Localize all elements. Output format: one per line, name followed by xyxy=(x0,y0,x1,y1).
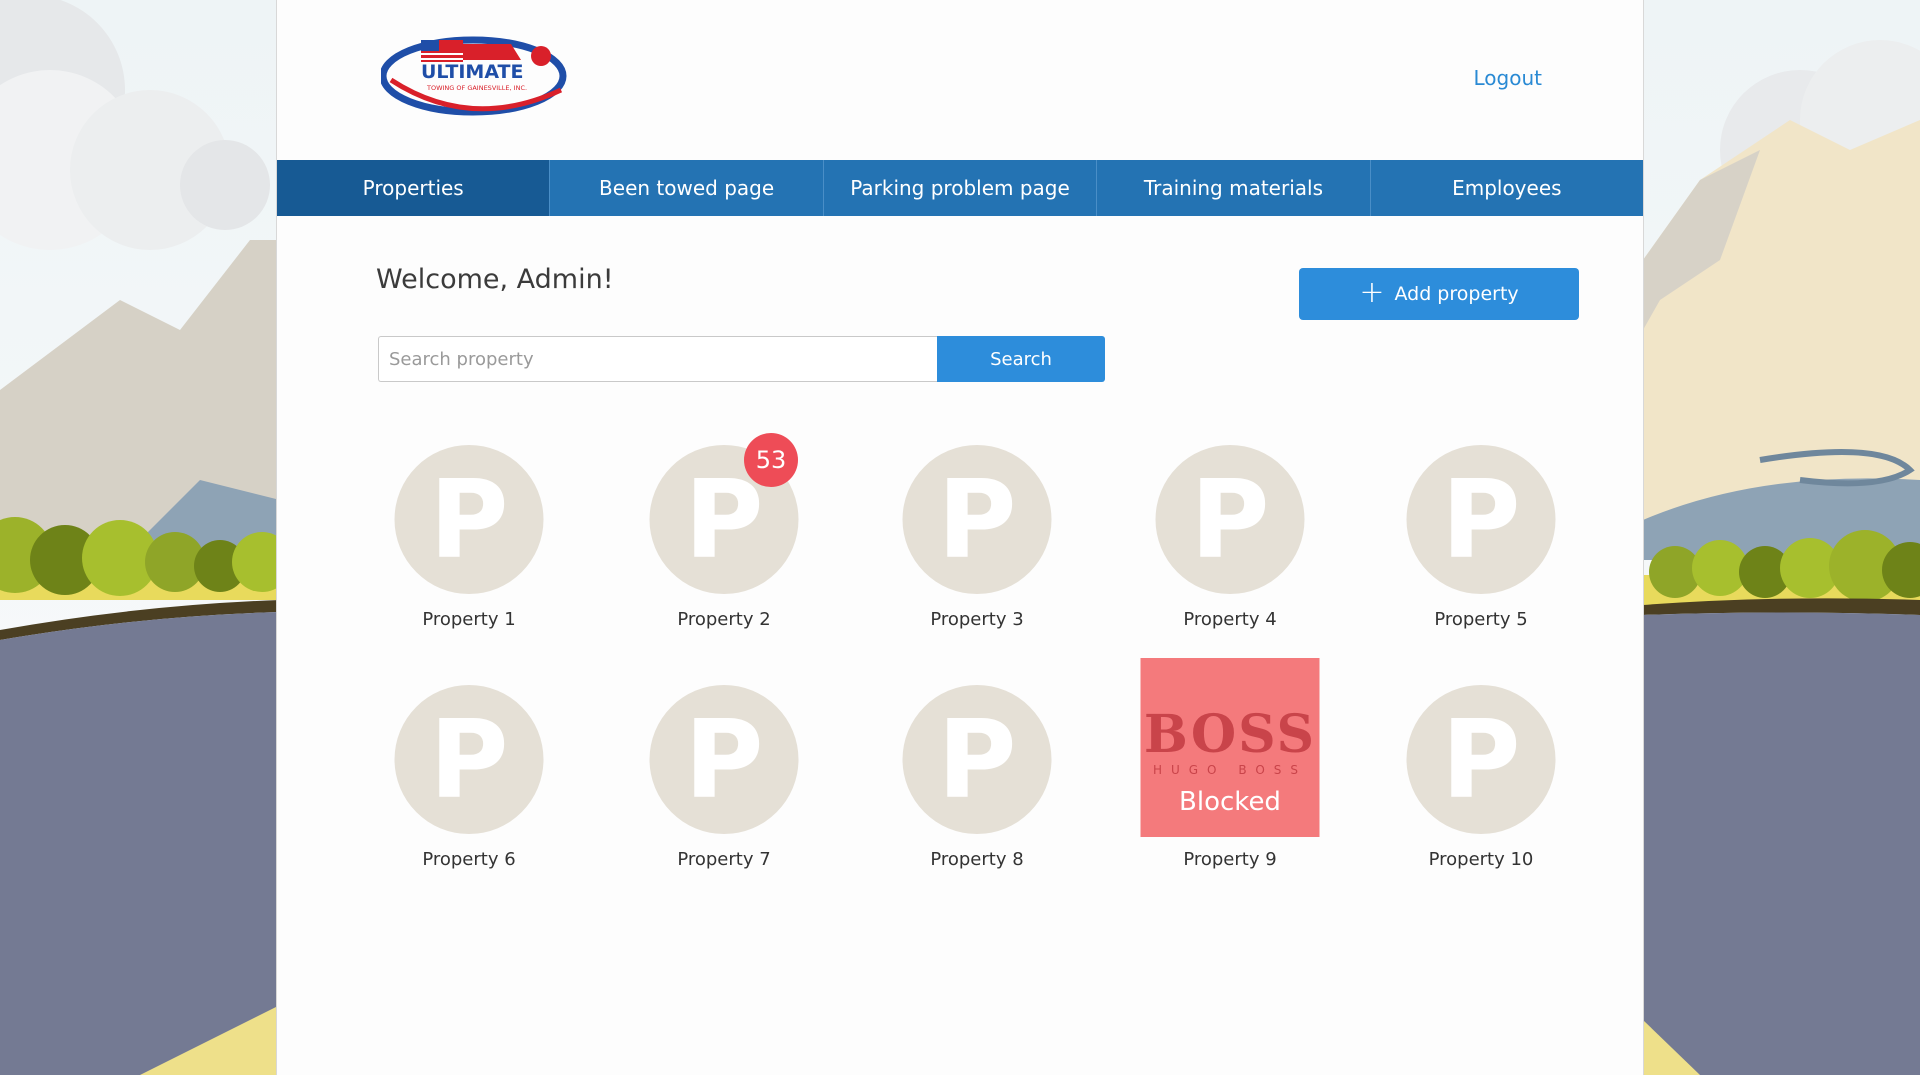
property-name: Property 9 xyxy=(1183,849,1277,870)
parking-icon: P xyxy=(394,445,544,594)
property-name: Property 10 xyxy=(1428,849,1534,870)
parking-icon: P xyxy=(1155,445,1305,594)
nav-tab-employees[interactable]: Employees xyxy=(1371,160,1643,216)
main-content: Welcome, Admin! + Add property Search P … xyxy=(277,216,1643,1066)
property-logo: BOSS xyxy=(1143,703,1317,765)
property-name: Property 8 xyxy=(930,849,1024,870)
logo-text: ULTIMATE xyxy=(421,61,524,83)
property-card[interactable]: P Property 4 xyxy=(1130,445,1330,645)
property-name: Property 6 xyxy=(422,849,516,870)
nav-tab-properties[interactable]: Properties xyxy=(277,160,551,216)
notification-badge: 53 xyxy=(744,433,798,487)
property-name: Property 3 xyxy=(930,609,1024,630)
property-card[interactable]: P Property 6 xyxy=(369,685,569,885)
logo-subtext: TOWING OF GAINESVILLE, INC. xyxy=(426,84,527,92)
nav-tab-parking-problem[interactable]: Parking problem page xyxy=(824,160,1098,216)
property-name: Property 4 xyxy=(1183,609,1277,630)
parking-icon: P xyxy=(902,445,1052,594)
property-logo-subtext: HUGO BOSS xyxy=(1152,762,1308,777)
property-grid: P Property 1 P 53 Property 2 P Property … xyxy=(277,216,1643,1066)
logout-link[interactable]: Logout xyxy=(1474,66,1542,90)
property-card[interactable]: P Property 5 xyxy=(1381,445,1581,645)
parking-icon: P xyxy=(649,685,799,834)
property-name: Property 5 xyxy=(1434,609,1528,630)
main-nav: Properties Been towed page Parking probl… xyxy=(277,160,1643,216)
property-name: Property 2 xyxy=(677,609,771,630)
property-name: Property 7 xyxy=(677,849,771,870)
nav-tab-training-materials[interactable]: Training materials xyxy=(1097,160,1371,216)
parking-icon: P xyxy=(394,685,544,834)
property-card[interactable]: P 53 Property 2 xyxy=(624,433,824,645)
blocked-status: Blocked xyxy=(1179,786,1281,817)
property-card[interactable]: P Property 7 xyxy=(624,685,824,885)
blocked-property-tile: BOSS HUGO BOSS Blocked xyxy=(1140,658,1320,837)
property-card[interactable]: P Property 10 xyxy=(1381,685,1581,885)
parking-icon: P xyxy=(902,685,1052,834)
parking-icon: P xyxy=(1406,445,1556,594)
company-logo[interactable]: ULTIMATE TOWING OF GAINESVILLE, INC. xyxy=(379,36,571,116)
property-card[interactable]: P Property 8 xyxy=(877,685,1077,885)
main-panel: ULTIMATE TOWING OF GAINESVILLE, INC. Log… xyxy=(277,0,1643,1075)
property-name: Property 1 xyxy=(422,609,516,630)
header: ULTIMATE TOWING OF GAINESVILLE, INC. Log… xyxy=(277,0,1643,160)
property-card[interactable]: BOSS HUGO BOSS Blocked Property 9 xyxy=(1130,658,1330,885)
nav-tab-been-towed[interactable]: Been towed page xyxy=(550,160,824,216)
property-card[interactable]: P Property 3 xyxy=(877,445,1077,645)
parking-icon: P xyxy=(1406,685,1556,834)
property-card[interactable]: P Property 1 xyxy=(369,445,569,645)
